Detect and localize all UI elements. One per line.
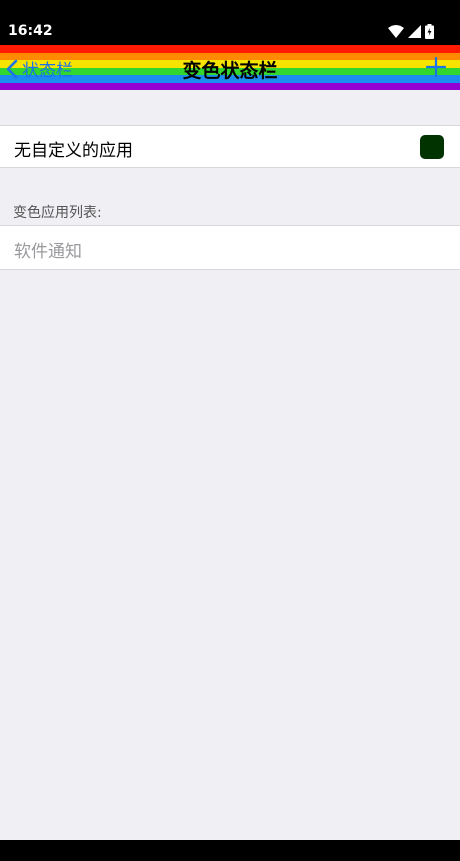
color-swatch[interactable] <box>420 135 444 159</box>
chevron-left-icon <box>6 59 18 78</box>
app-list-header: 变色应用列表: <box>13 205 102 221</box>
navigation-bar: 状态栏 变色状态栏 <box>0 45 460 90</box>
add-button[interactable] <box>426 57 446 77</box>
default-apps-row[interactable]: 无自定义的应用 <box>0 125 460 168</box>
wifi-icon <box>388 25 404 38</box>
plus-icon <box>426 57 446 77</box>
rainbow-stripe <box>0 45 460 53</box>
battery-icon <box>425 24 434 39</box>
status-icons <box>384 24 434 39</box>
back-button[interactable]: 状态栏 <box>6 56 73 81</box>
status-time: 16:42 <box>8 23 53 39</box>
system-status-bar: 16:42 <box>0 0 460 45</box>
back-button-label: 状态栏 <box>22 61 73 81</box>
system-navigation-bar <box>0 840 460 861</box>
app-list-item[interactable]: 软件通知 <box>0 225 460 270</box>
signal-icon <box>408 25 421 38</box>
rainbow-stripe <box>0 82 460 90</box>
app-list-placeholder: 软件通知 <box>14 242 82 262</box>
default-apps-label: 无自定义的应用 <box>14 141 133 161</box>
